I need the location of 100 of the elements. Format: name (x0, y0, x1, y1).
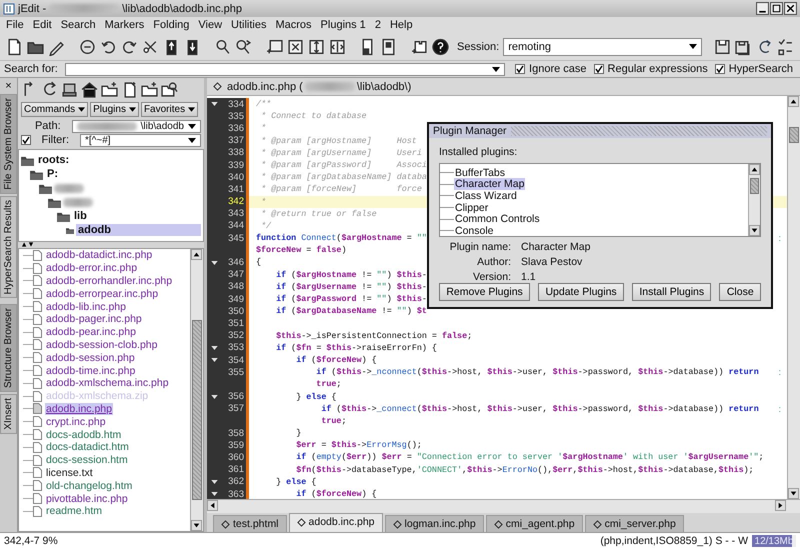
file-entry[interactable]: docs-adodb.htm (45, 428, 122, 441)
menu-item[interactable]: 2 (374, 19, 381, 31)
file-entry[interactable]: adodb-xmlschema.inc.php (45, 377, 170, 390)
file-entry[interactable]: adodb-session-clob.php (45, 338, 158, 351)
menu-item[interactable]: Help (390, 19, 413, 31)
dialog-button[interactable]: Close (719, 283, 762, 301)
scroll-down-icon[interactable] (191, 520, 202, 531)
search-field[interactable] (64, 62, 506, 76)
file-entry[interactable]: adodb-session.php (45, 352, 136, 364)
minus-circle-icon[interactable] (78, 38, 96, 56)
scroll-down-icon[interactable] (749, 225, 760, 236)
caret-icon[interactable] (188, 138, 196, 142)
caret-icon[interactable] (688, 44, 697, 49)
new-folder-icon[interactable] (141, 80, 158, 98)
plugin-item[interactable]: BufferTabs (454, 166, 506, 179)
filter-field[interactable]: *[^~#] (80, 134, 201, 146)
reload-icon[interactable] (41, 80, 58, 98)
menu-item[interactable]: Markers (104, 19, 144, 31)
menu-item[interactable]: Utilities (231, 19, 266, 31)
scroll-right-icon[interactable] (775, 500, 786, 511)
checklist-icon[interactable] (776, 38, 794, 56)
file-entry[interactable]: docs-session.htm (45, 454, 129, 466)
file-entry[interactable]: license.txt (45, 466, 94, 479)
menu-item[interactable]: View (198, 19, 222, 31)
fold-triangle-icon[interactable] (211, 102, 218, 106)
checkbox[interactable] (515, 64, 526, 74)
save-icon[interactable] (714, 38, 731, 56)
scroll-up-icon[interactable] (191, 249, 202, 260)
maximize-icon[interactable] (770, 2, 783, 15)
scroll-down-icon[interactable] (788, 488, 799, 499)
file-entry[interactable]: crypt.inc.php (45, 416, 107, 428)
folder-item[interactable]: adodb (76, 224, 201, 236)
menu-item[interactable]: File (6, 19, 24, 31)
buffer-tab[interactable]: logman.inc.php (384, 515, 484, 532)
frame-icon[interactable] (266, 38, 283, 56)
file-entry[interactable]: adodb-pear.inc.php (45, 326, 137, 338)
checkbox-label[interactable]: Ignore case (529, 63, 587, 75)
drive-icon[interactable] (61, 80, 78, 98)
caret-icon[interactable] (188, 107, 196, 112)
file-entry[interactable]: docs-datadict.htm (45, 441, 130, 454)
path-field[interactable]: \lib\adodb (72, 120, 201, 132)
plugin-item[interactable]: Common Controls (454, 213, 541, 226)
scrollbar[interactable] (748, 164, 760, 236)
dialog-button[interactable]: Remove Plugins (439, 283, 530, 301)
dock-tab[interactable]: Structure Browser (0, 304, 17, 392)
menu-item[interactable]: Folding (153, 19, 190, 31)
fold-triangle-icon[interactable] (211, 394, 218, 399)
plugin-item[interactable]: Character Map (454, 178, 526, 190)
file-entry[interactable]: adodb-pager.inc.php (45, 313, 143, 326)
session-dropdown[interactable]: remoting (503, 38, 702, 56)
scrollbar[interactable] (190, 249, 203, 531)
help-icon[interactable] (432, 38, 449, 56)
frame-icon[interactable] (286, 38, 304, 56)
folder-item[interactable]: roots: (36, 154, 72, 166)
fold-triangle-icon[interactable] (211, 480, 218, 484)
caret-icon[interactable] (492, 66, 500, 72)
close-icon[interactable] (784, 2, 797, 15)
new-file-icon[interactable] (6, 38, 23, 56)
horizontal-scrollbar[interactable] (207, 499, 800, 513)
frame-icon[interactable] (308, 38, 325, 56)
buffer-tab[interactable]: cmi_agent.php (486, 515, 583, 532)
checkbox[interactable] (21, 135, 31, 145)
plugin-item[interactable]: Class Wizard (454, 190, 518, 202)
menu-button[interactable]: Commands (21, 102, 88, 117)
checkbox[interactable] (594, 64, 604, 74)
caret-icon[interactable] (188, 124, 196, 128)
dialog-button[interactable]: Update Plugins (538, 283, 624, 301)
scroll-thumb[interactable] (750, 178, 759, 194)
file-entry[interactable]: adodb-errorpear.inc.php (45, 288, 160, 300)
checkbox[interactable] (714, 64, 725, 74)
file-entry[interactable]: adodb-time.inc.php (45, 364, 136, 377)
file-entry[interactable]: old-changelog.htm (45, 480, 134, 492)
menu-item[interactable]: Plugins 1 (320, 19, 366, 31)
close-button[interactable]: × (5, 78, 12, 94)
caret-icon[interactable] (78, 107, 86, 112)
page-icon[interactable] (380, 38, 398, 56)
file-entry[interactable]: adodb-error.inc.php (45, 262, 138, 274)
dock-tab[interactable]: File System Browser (0, 94, 17, 194)
plugin-item[interactable]: Clipper (454, 202, 490, 214)
folder-item[interactable]: P: (45, 168, 60, 180)
file-entry[interactable]: adodb-errorhandler.inc.php (45, 274, 174, 287)
fold-triangle-icon[interactable] (211, 358, 218, 362)
scroll-thumb[interactable] (192, 320, 202, 500)
search-next-icon[interactable] (235, 38, 252, 56)
file-entry[interactable]: readme.htm (45, 505, 104, 518)
checkbox-label[interactable]: Regular expressions (608, 63, 708, 75)
checkbox-label[interactable]: HyperSearch (728, 63, 793, 75)
dock-tab[interactable]: HyperSearch Results (0, 196, 17, 298)
menu-button[interactable]: Plugins (90, 102, 139, 117)
file-entry[interactable]: pivottable.inc.php (45, 492, 129, 505)
search-icon[interactable] (214, 38, 232, 56)
menu-item[interactable]: Search (60, 19, 96, 31)
menu-item[interactable]: Edit (32, 19, 52, 31)
dock-tab[interactable]: XInsert (0, 394, 17, 434)
buffer-tab[interactable]: test.phtml (213, 515, 287, 532)
fold-triangle-icon[interactable] (211, 260, 218, 265)
home-icon[interactable] (81, 80, 98, 98)
scroll-up-icon[interactable] (788, 96, 799, 107)
file-entry[interactable]: adodb-datadict.inc.php (45, 249, 154, 262)
file-entry[interactable]: adodb-lib.inc.php (45, 300, 127, 313)
